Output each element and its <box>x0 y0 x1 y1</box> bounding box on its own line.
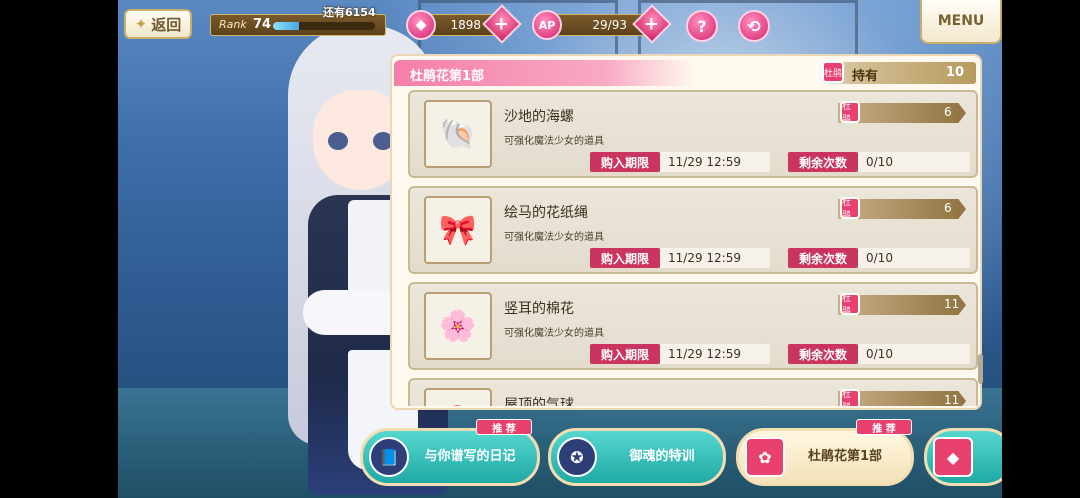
book-icon: 📘 <box>369 437 409 477</box>
gem-icon: ◆ <box>406 10 436 40</box>
deadline-label: 购入期限 <box>590 248 660 268</box>
item-price: 11 <box>944 297 960 311</box>
owned-label: 持有 <box>852 69 879 84</box>
right-black-bar <box>1002 0 1080 498</box>
remaining-value: 0/10 <box>858 344 970 364</box>
back-button[interactable]: ✦ 返回 <box>124 9 192 39</box>
deadline-label: 购入期限 <box>590 152 660 172</box>
owned-box: 杜鹃 持有 10 <box>816 61 976 84</box>
balloon-icon: 🎈 <box>424 388 492 406</box>
item-desc: 可强化魔法少女的道具 <box>504 328 604 339</box>
cotton-icon: 🌸 <box>424 292 492 360</box>
tab-label: 杜鹃花第1部 <box>807 449 883 464</box>
left-black-bar <box>0 0 118 498</box>
deadline-value: 11/29 12:59 <box>660 248 770 268</box>
recommend-badge: 推 荐 <box>856 419 912 435</box>
rank-progress-bar <box>273 22 375 30</box>
shop-item[interactable]: 🎀 绘马的花纸绳 可强化魔法少女的道具 杜鹃 6 购入期限 11/29 12:5… <box>408 186 978 274</box>
item-name: 竖耳的棉花 <box>504 301 574 317</box>
rank-remaining: 还有6154 <box>323 6 376 19</box>
item-desc: 可强化魔法少女的道具 <box>504 232 604 243</box>
back-arrow-icon: ✦ <box>134 15 148 33</box>
azalea-currency-icon: 杜鹃 <box>840 389 860 406</box>
help-button[interactable]: ? <box>686 10 718 42</box>
shell-icon: 🐚 <box>424 100 492 168</box>
deadline-label: 购入期限 <box>590 344 660 364</box>
rank-label: Rank <box>219 18 247 31</box>
menu-button[interactable]: MENU <box>920 0 1002 44</box>
shop-item[interactable]: 🌸 竖耳的棉花 可强化魔法少女的道具 杜鹃 11 购入期限 11/29 12:5… <box>408 282 978 370</box>
tab-training[interactable]: ✪ 御魂的特训 <box>548 428 726 486</box>
remaining-label: 剩余次数 <box>788 344 858 364</box>
panel-header: 杜鹃花第1部 <box>394 60 694 86</box>
tab-diary[interactable]: 📘 与你谱写的日记 <box>360 428 540 486</box>
deadline-value: 11/29 12:59 <box>660 152 770 172</box>
scrollbar-thumb[interactable] <box>978 354 983 384</box>
plus-icon: + <box>644 13 660 35</box>
remaining-value: 0/10 <box>858 152 970 172</box>
gems-value: 1898 <box>450 18 481 32</box>
game-scene: ✦ 返回 Rank 74 还有6154 1898 ◆ + 29/93 AP + … <box>118 0 1002 498</box>
gem-icon: ◆ <box>933 437 973 477</box>
cord-icon: 🎀 <box>424 196 492 264</box>
item-name: 屋顶的气球 <box>504 397 574 406</box>
tab-azalea[interactable]: ✿ 杜鹃花第1部 <box>736 428 914 486</box>
item-price: 11 <box>944 393 960 406</box>
item-desc: 可强化魔法少女的道具 <box>504 136 604 147</box>
azalea-currency-icon: 杜鹃 <box>822 61 844 83</box>
remaining-label: 剩余次数 <box>788 152 858 172</box>
tab-label: 与你谱写的日记 <box>424 449 516 464</box>
tab-next[interactable]: ◆ <box>924 428 1002 486</box>
item-name: 沙地的海螺 <box>504 109 574 125</box>
azalea-currency-icon: 杜鹃 <box>840 101 860 125</box>
shop-item[interactable]: 🎈 屋顶的气球 杜鹃 11 <box>408 378 978 406</box>
item-name: 绘马的花纸绳 <box>504 205 588 221</box>
item-price: 6 <box>944 201 952 215</box>
panel-title: 杜鹃花第1部 <box>410 69 485 84</box>
ap-value: 29/93 <box>592 18 627 32</box>
azalea-currency-icon: 杜鹃 <box>840 197 860 221</box>
azalea-icon: ✿ <box>745 437 785 477</box>
shop-panel: 杜鹃花第1部 杜鹃 持有 10 🐚 沙地的海螺 可强化魔法少女的道具 杜鹃 6 … <box>390 54 982 410</box>
plus-icon: + <box>494 13 510 35</box>
tab-label: 御魂的特训 <box>629 449 695 464</box>
rank-value: 74 <box>253 17 272 32</box>
ap-icon: AP <box>532 10 562 40</box>
item-price: 6 <box>944 105 952 119</box>
character-eye-left <box>328 132 348 150</box>
remaining-label: 剩余次数 <box>788 248 858 268</box>
remaining-value: 0/10 <box>858 248 970 268</box>
refresh-icon[interactable]: ⟲ <box>738 10 770 42</box>
deadline-value: 11/29 12:59 <box>660 344 770 364</box>
shop-item[interactable]: 🐚 沙地的海螺 可强化魔法少女的道具 杜鹃 6 购入期限 11/29 12:59… <box>408 90 978 178</box>
owned-value: 10 <box>945 65 964 80</box>
back-label: 返回 <box>151 15 182 34</box>
recommend-badge: 推 荐 <box>476 419 532 435</box>
menu-label: MENU <box>937 13 985 29</box>
azalea-currency-icon: 杜鹃 <box>840 293 860 317</box>
item-list[interactable]: 🐚 沙地的海螺 可强化魔法少女的道具 杜鹃 6 购入期限 11/29 12:59… <box>408 90 978 406</box>
rank-progress-fill <box>273 22 299 30</box>
medal-icon: ✪ <box>557 437 597 477</box>
